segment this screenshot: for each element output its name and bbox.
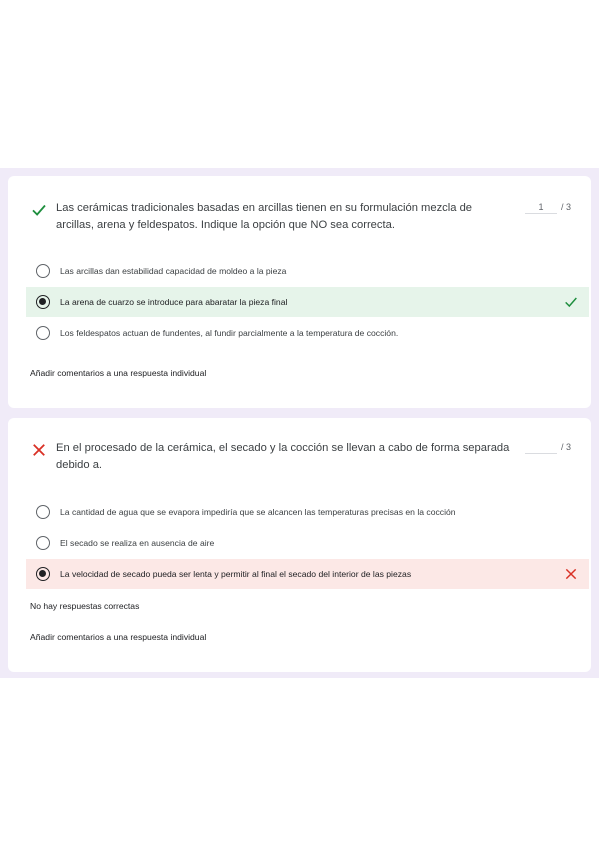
radio-checked-icon[interactable] (36, 567, 50, 581)
feedback-link-2[interactable]: Añadir comentarios a una respuesta indiv… (30, 632, 206, 642)
option-label: Los feldespatos actuan de fundentes, al … (60, 328, 399, 338)
option-2-1[interactable]: La cantidad de agua que se evapora imped… (26, 497, 589, 527)
option-2-2[interactable]: El secado se realiza en ausencia de aire (26, 528, 589, 558)
radio-unchecked-icon[interactable] (36, 326, 50, 340)
score-total-2: / 3 (560, 442, 571, 452)
radio-unchecked-icon[interactable] (36, 264, 50, 278)
option-1-2[interactable]: La arena de cuarzo se introduce para aba… (26, 287, 589, 317)
option-label: La velocidad de secado pueda ser lenta y… (60, 569, 412, 579)
score-box-2: / 3 (524, 440, 571, 454)
radio-checked-icon[interactable] (36, 295, 50, 309)
question-header-1: Las cerámicas tradicionales basadas en a… (30, 200, 581, 234)
option-label: La arena de cuarzo se introduce para aba… (60, 297, 288, 307)
question-title-2: En el procesado de la cerámica, el secad… (56, 442, 510, 471)
question-card-1: Las cerámicas tradicionales basadas en a… (8, 176, 591, 408)
radio-unchecked-icon[interactable] (36, 536, 50, 550)
feedback-link-1[interactable]: Añadir comentarios a una respuesta indiv… (30, 368, 206, 378)
option-label: El secado se realiza en ausencia de aire (60, 538, 215, 548)
score-total-1: / 3 (560, 202, 571, 212)
question-header-2: En el procesado de la cerámica, el secad… (30, 440, 581, 474)
option-label: Las arcillas dan estabilidad capacidad d… (60, 266, 287, 276)
score-box-1: 1 / 3 (524, 200, 571, 214)
score-input-2[interactable] (524, 440, 557, 454)
x-icon (565, 568, 577, 580)
question-card-2: En el procesado de la cerámica, el secad… (8, 418, 591, 672)
score-input-1[interactable]: 1 (524, 200, 557, 214)
option-2-3[interactable]: La velocidad de secado pueda ser lenta y… (26, 559, 589, 589)
no-correct-note: No hay respuestas correctas (30, 601, 140, 611)
check-icon (565, 297, 577, 308)
option-1-3[interactable]: Los feldespatos actuan de fundentes, al … (26, 318, 589, 348)
question-title-1: Las cerámicas tradicionales basadas en a… (56, 202, 473, 231)
radio-unchecked-icon[interactable] (36, 505, 50, 519)
check-icon (32, 204, 46, 216)
x-icon (33, 444, 45, 456)
option-label: La cantidad de agua que se evapora imped… (60, 507, 456, 517)
option-1-1[interactable]: Las arcillas dan estabilidad capacidad d… (26, 256, 589, 286)
